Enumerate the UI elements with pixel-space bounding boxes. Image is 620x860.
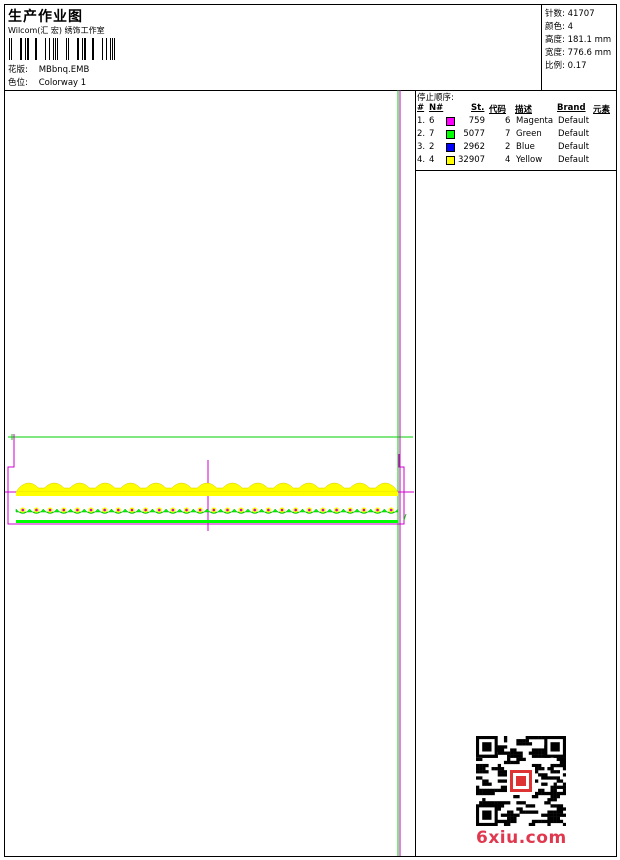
row-stitches: 5077 (463, 129, 485, 139)
colorway-label: 色位: (8, 78, 28, 88)
row-desc: Magenta (516, 116, 554, 126)
row-stitches: 2962 (463, 142, 485, 152)
row-brand: Default (558, 155, 590, 165)
row-brand: Default (558, 129, 590, 139)
row-desc: Green (516, 129, 542, 139)
stat-value: 41707 (567, 9, 595, 19)
table-row: 2. 7 5077 7 Green Default (415, 129, 616, 142)
design-stats-panel: 针数: 41707 颜色: 4 高度: 181.1 mm 宽度: 776.6 m… (541, 5, 617, 90)
stat-colors: 颜色: 4 (545, 20, 573, 32)
stat-value: 776.6 mm (567, 48, 612, 58)
stat-value: 0.17 (567, 61, 587, 71)
green-base-strip (16, 520, 398, 523)
col-header-n: N# (429, 103, 444, 113)
green-scallop-band (15, 508, 399, 514)
row-num: 2. (417, 129, 426, 139)
yellow-scallop-band (15, 482, 399, 493)
watermark-logo: 6xiu.com (476, 828, 567, 848)
color-swatch (446, 130, 455, 139)
design-file-label: 花版: (8, 65, 28, 75)
stat-label: 颜色: (545, 22, 565, 32)
row-code: 2 (505, 142, 511, 152)
qr-code-image (476, 736, 566, 826)
stat-value: 181.1 mm (567, 35, 612, 45)
stat-label: 宽度: (545, 48, 565, 58)
row-n: 2 (429, 142, 435, 152)
stat-height: 高度: 181.1 mm (545, 33, 611, 45)
row-n: 4 (429, 155, 435, 165)
color-swatch (446, 117, 455, 126)
design-file-line: 花版: MBbnq.EMB (8, 63, 89, 75)
barcode-image (9, 38, 115, 60)
company-name: Wilcom(汇 宏) 绣饰工作室 (8, 26, 105, 35)
col-header-num: # (417, 103, 425, 113)
colorway-line: 色位: Colorway 1 (8, 76, 86, 88)
stop-sequence-title: 停止顺序: (417, 93, 454, 103)
stat-scale: 比例: 0.17 (545, 59, 587, 71)
col-header-stitches: St. (471, 103, 485, 113)
stat-stitches: 针数: 41707 (545, 7, 595, 19)
row-n: 6 (429, 116, 435, 126)
embroidery-preview (5, 90, 414, 856)
stop-sequence-table: 停止顺序: # N# St. 代码 描述 Brand 元素 1. 6 759 6… (415, 90, 616, 171)
row-code: 6 (505, 116, 511, 126)
row-n: 7 (429, 129, 435, 139)
row-code: 4 (505, 155, 511, 165)
production-sheet: 生产作业图 Wilcom(汇 宏) 绣饰工作室 花版: MBbnq.EMB 色位… (4, 4, 617, 857)
row-code: 7 (505, 129, 511, 139)
row-desc: Blue (516, 142, 535, 152)
stat-label: 高度: (545, 35, 565, 45)
sheet-title: 生产作业图 (8, 9, 83, 25)
row-stitches: 759 (468, 116, 485, 126)
color-swatch (446, 143, 455, 152)
row-desc: Yellow (516, 155, 543, 165)
row-stitches: 32907 (458, 155, 486, 165)
corner-ticks (11, 434, 407, 521)
stat-value: 4 (567, 22, 573, 32)
row-brand: Default (558, 142, 590, 152)
table-row: 1. 6 759 6 Magenta Default (415, 116, 616, 129)
row-num: 4. (417, 155, 426, 165)
row-num: 1. (417, 116, 426, 126)
col-header-element: 元素 (593, 105, 611, 115)
stat-width: 宽度: 776.6 mm (545, 46, 611, 58)
col-header-code: 代码 (489, 105, 507, 115)
colorway-value: Colorway 1 (38, 78, 87, 88)
col-header-desc: 描述 (515, 105, 533, 115)
design-file-value: MBbnq.EMB (38, 65, 90, 75)
stat-label: 针数: (545, 9, 565, 19)
table-row: 4. 4 32907 4 Yellow Default (415, 155, 616, 168)
header-section: 生产作业图 Wilcom(汇 宏) 绣饰工作室 花版: MBbnq.EMB 色位… (5, 5, 616, 91)
design-preview-area (5, 90, 416, 856)
yellow-base-strip (16, 492, 398, 496)
col-header-brand: Brand (557, 103, 586, 113)
color-swatch (446, 156, 455, 165)
stat-label: 比例: (545, 61, 565, 71)
table-row: 3. 2 2962 2 Blue Default (415, 142, 616, 155)
row-brand: Default (558, 116, 590, 126)
row-num: 3. (417, 142, 426, 152)
